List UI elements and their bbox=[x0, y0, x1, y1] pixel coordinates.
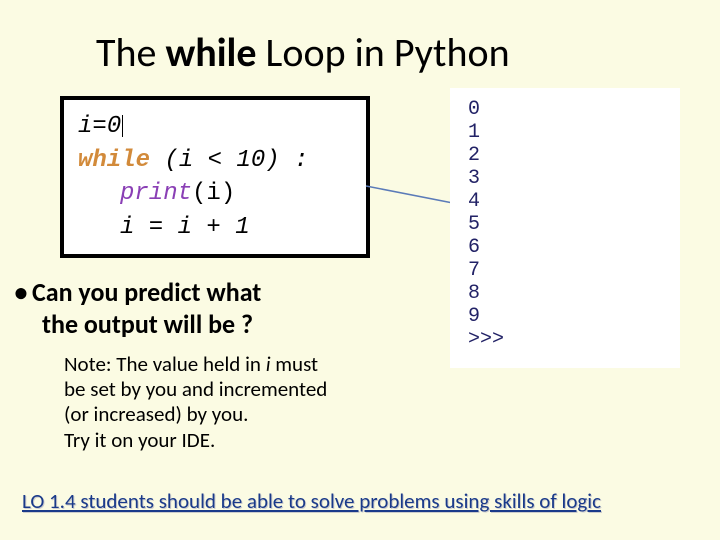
slide-title: The while Loop in Python bbox=[96, 28, 510, 77]
bullet-line-2: the output will be ? bbox=[10, 308, 370, 340]
output-line: 1 bbox=[468, 121, 662, 144]
title-bold: while bbox=[165, 28, 256, 77]
bullet-question: •Can you predict what the output will be… bbox=[10, 276, 370, 340]
code-line-1: i=0 bbox=[78, 110, 352, 144]
code-condition: (i < 10) : bbox=[150, 147, 308, 174]
bullet-line-1: Can you predict what bbox=[32, 276, 261, 308]
code-arg: (i) bbox=[192, 180, 235, 207]
code-val: 0 bbox=[107, 113, 121, 140]
output-line: 8 bbox=[468, 282, 662, 305]
output-line: 9 bbox=[468, 305, 662, 328]
title-pre: The bbox=[96, 28, 165, 77]
text-cursor bbox=[122, 115, 123, 137]
note-3: (or increased) by you. bbox=[64, 402, 394, 427]
code-snippet-box: i=0 while (i < 10) : print(i) i = i + 1 bbox=[60, 96, 370, 258]
code-line-4: i = i + 1 bbox=[78, 211, 352, 245]
note-1a: Note: The value held in bbox=[64, 351, 266, 377]
output-line: 5 bbox=[468, 213, 662, 236]
title-post: Loop in Python bbox=[257, 28, 510, 77]
note-2: be set by you and incremented bbox=[64, 377, 394, 402]
code-line-3: print(i) bbox=[78, 177, 352, 211]
note-text: Note: The value held in i must be set by… bbox=[64, 352, 394, 453]
code-keyword: while bbox=[78, 147, 150, 174]
note-1b: must bbox=[271, 351, 319, 377]
output-line: 3 bbox=[468, 167, 662, 190]
code-eq: = bbox=[92, 113, 106, 140]
output-line: 2 bbox=[468, 144, 662, 167]
bullet-dot-icon: • bbox=[10, 276, 32, 308]
note-4: Try it on your IDE. bbox=[64, 428, 394, 453]
output-box: 0 1 2 3 4 5 6 7 8 9 >>> bbox=[450, 88, 680, 368]
code-function: print bbox=[120, 180, 192, 207]
learning-objective-footer: LO 1.4 students should be able to solve … bbox=[22, 488, 698, 514]
output-line: 7 bbox=[468, 259, 662, 282]
output-line: 0 bbox=[468, 98, 662, 121]
output-line: 4 bbox=[468, 190, 662, 213]
code-line-2: while (i < 10) : bbox=[78, 144, 352, 178]
output-prompt: >>> bbox=[468, 328, 662, 351]
code-var: i bbox=[78, 113, 92, 140]
output-line: 6 bbox=[468, 236, 662, 259]
